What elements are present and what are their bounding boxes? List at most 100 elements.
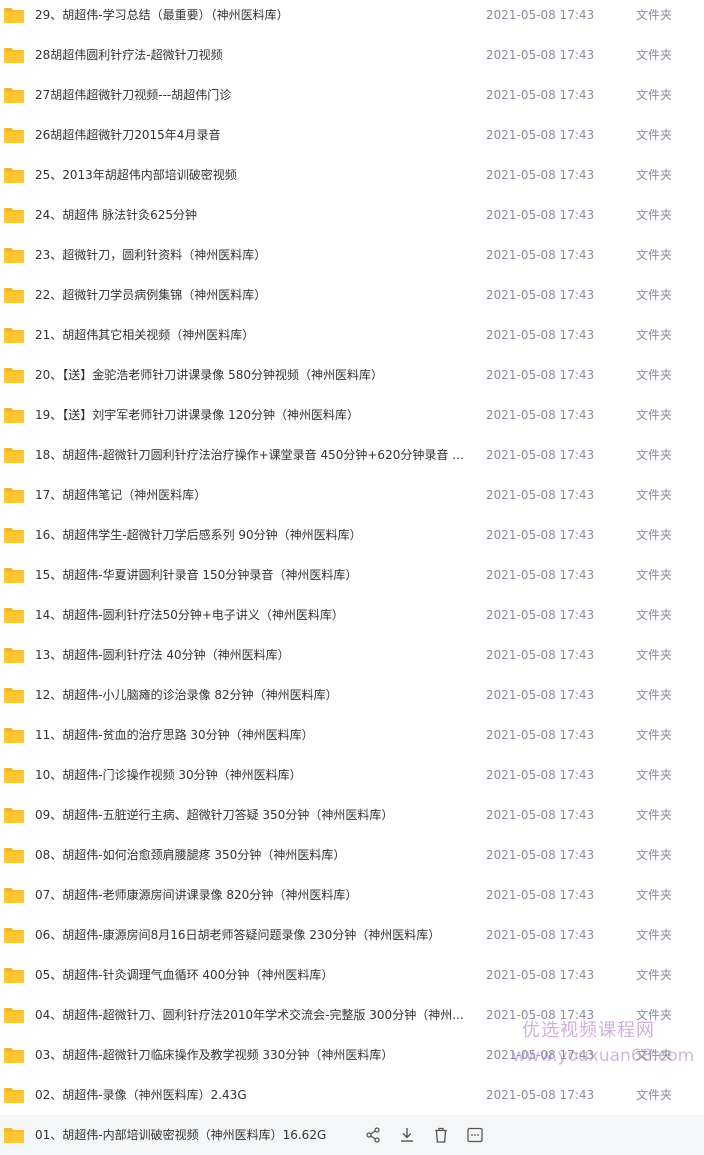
file-name[interactable]: 18、胡超伟-超微针刀圆利针疗法治疗操作+课堂录音 450分钟+620分钟录音 … [35, 435, 470, 475]
file-name[interactable]: 09、胡超伟-五脏逆行主病、超微针刀答疑 350分钟（神州医料库） [35, 795, 470, 835]
folder-icon [4, 568, 24, 583]
file-type: 文件夹 [636, 88, 673, 102]
file-type: 文件夹 [636, 288, 673, 302]
file-date: 2021-05-08 17:43 [486, 648, 595, 662]
file-type: 文件夹 [636, 328, 673, 342]
file-name[interactable]: 04、胡超伟-超微针刀、圆利针疗法2010年学术交流会-完整版 300分钟（神州… [35, 995, 470, 1035]
file-name[interactable]: 13、胡超伟-圆利针疗法 40分钟（神州医料库） [35, 635, 470, 675]
folder-icon [4, 768, 24, 783]
file-row[interactable]: 05、胡超伟-针灸调理气血循环 400分钟（神州医料库） 2021-05-08 … [0, 955, 704, 995]
download-icon[interactable] [398, 1127, 416, 1143]
folder-icon [4, 1048, 24, 1063]
file-name[interactable]: 29、胡超伟-学习总结（最重要）（神州医料库） [35, 0, 470, 35]
file-row[interactable]: 21、胡超伟其它相关视频（神州医料库） 2021-05-08 17:43 文件夹 [0, 315, 704, 355]
file-name[interactable]: 12、胡超伟-小儿脑瘫的诊治录像 82分钟（神州医料库） [35, 675, 470, 715]
file-row[interactable]: 23、超微针刀，圆利针资料（神州医料库） 2021-05-08 17:43 文件… [0, 235, 704, 275]
file-name[interactable]: 22、超微针刀学员病例集锦（神州医料库） [35, 275, 470, 315]
file-row[interactable]: 20、【送】金驼浩老师针刀讲课录像 580分钟视频（神州医料库） 2021-05… [0, 355, 704, 395]
folder-icon [4, 128, 24, 143]
file-name[interactable]: 28胡超伟圆利针疗法-超微针刀视频 [35, 35, 470, 75]
file-row[interactable]: 18、胡超伟-超微针刀圆利针疗法治疗操作+课堂录音 450分钟+620分钟录音 … [0, 435, 704, 475]
file-name[interactable]: 08、胡超伟-如何治愈颈肩腰腿疼 350分钟（神州医料库） [35, 835, 470, 875]
file-date: 2021-05-08 17:43 [486, 528, 595, 542]
file-row[interactable]: 19、【送】刘宇军老师针刀讲课录像 120分钟（神州医料库） 2021-05-0… [0, 395, 704, 435]
file-row[interactable]: 12、胡超伟-小儿脑瘫的诊治录像 82分钟（神州医料库） 2021-05-08 … [0, 675, 704, 715]
file-date: 2021-05-08 17:43 [486, 8, 595, 22]
folder-icon [4, 368, 24, 383]
file-type: 文件夹 [636, 768, 673, 782]
file-type: 文件夹 [636, 408, 673, 422]
file-name[interactable]: 16、胡超伟学生-超微针刀学后感系列 90分钟（神州医料库） [35, 515, 470, 555]
delete-icon[interactable] [432, 1127, 450, 1143]
file-date: 2021-05-08 17:43 [486, 288, 595, 302]
file-row[interactable]: 28胡超伟圆利针疗法-超微针刀视频 2021-05-08 17:43 文件夹 [0, 35, 704, 75]
file-row[interactable]: 24、胡超伟 脉法针灸625分钟 2021-05-08 17:43 文件夹 [0, 195, 704, 235]
file-type: 文件夹 [636, 688, 673, 702]
file-name[interactable]: 11、胡超伟-贫血的治疗思路 30分钟（神州医料库） [35, 715, 470, 755]
file-row[interactable]: 22、超微针刀学员病例集锦（神州医料库） 2021-05-08 17:43 文件… [0, 275, 704, 315]
file-row[interactable]: 29、胡超伟-学习总结（最重要）（神州医料库） 2021-05-08 17:43… [0, 0, 704, 35]
file-date: 2021-05-08 17:43 [486, 88, 595, 102]
file-date: 2021-05-08 17:43 [486, 48, 595, 62]
file-row[interactable]: 13、胡超伟-圆利针疗法 40分钟（神州医料库） 2021-05-08 17:4… [0, 635, 704, 675]
folder-icon [4, 968, 24, 983]
file-row[interactable]: 16、胡超伟学生-超微针刀学后感系列 90分钟（神州医料库） 2021-05-0… [0, 515, 704, 555]
file-row[interactable]: 27胡超伟超微针刀视频---胡超伟门诊 2021-05-08 17:43 文件夹 [0, 75, 704, 115]
file-date: 2021-05-08 17:43 [486, 568, 595, 582]
file-row[interactable]: 03、胡超伟-超微针刀临床操作及教学视频 330分钟（神州医料库） 2021-0… [0, 1035, 704, 1075]
file-date: 2021-05-08 17:43 [486, 808, 595, 822]
folder-icon [4, 728, 24, 743]
file-row[interactable]: 07、胡超伟-老师康源房间讲课录像 820分钟（神州医料库） 2021-05-0… [0, 875, 704, 915]
file-type: 文件夹 [636, 848, 673, 862]
file-row[interactable]: 01、胡超伟-内部培训破密视频（神州医料库）16.62G [0, 1115, 704, 1155]
file-name[interactable]: 10、胡超伟-门诊操作视频 30分钟（神州医料库） [35, 755, 470, 795]
more-icon[interactable] [466, 1127, 484, 1143]
folder-icon [4, 328, 24, 343]
file-name[interactable]: 17、胡超伟笔记（神州医料库） [35, 475, 470, 515]
file-name[interactable]: 05、胡超伟-针灸调理气血循环 400分钟（神州医料库） [35, 955, 470, 995]
file-row[interactable]: 06、胡超伟-康源房间8月16日胡老师答疑问题录像 230分钟（神州医料库） 2… [0, 915, 704, 955]
file-name[interactable]: 21、胡超伟其它相关视频（神州医料库） [35, 315, 470, 355]
file-name[interactable]: 20、【送】金驼浩老师针刀讲课录像 580分钟视频（神州医料库） [35, 355, 470, 395]
file-row[interactable]: 04、胡超伟-超微针刀、圆利针疗法2010年学术交流会-完整版 300分钟（神州… [0, 995, 704, 1035]
file-name[interactable]: 19、【送】刘宇军老师针刀讲课录像 120分钟（神州医料库） [35, 395, 470, 435]
file-name[interactable]: 06、胡超伟-康源房间8月16日胡老师答疑问题录像 230分钟（神州医料库） [35, 915, 470, 955]
folder-icon [4, 88, 24, 103]
file-date: 2021-05-08 17:43 [486, 488, 595, 502]
folder-icon [4, 648, 24, 663]
file-row[interactable]: 25、2013年胡超伟内部培训破密视频 2021-05-08 17:43 文件夹 [0, 155, 704, 195]
file-type: 文件夹 [636, 368, 673, 382]
file-date: 2021-05-08 17:43 [486, 728, 595, 742]
file-row[interactable]: 17、胡超伟笔记（神州医料库） 2021-05-08 17:43 文件夹 [0, 475, 704, 515]
file-name[interactable]: 27胡超伟超微针刀视频---胡超伟门诊 [35, 75, 470, 115]
file-name[interactable]: 23、超微针刀，圆利针资料（神州医料库） [35, 235, 470, 275]
file-name[interactable]: 15、胡超伟-华夏讲圆利针录音 150分钟录音（神州医料库） [35, 555, 470, 595]
folder-icon [4, 928, 24, 943]
folder-icon [4, 1128, 24, 1143]
file-type: 文件夹 [636, 48, 673, 62]
file-name[interactable]: 24、胡超伟 脉法针灸625分钟 [35, 195, 470, 235]
file-type: 文件夹 [636, 1048, 673, 1062]
file-name[interactable]: 25、2013年胡超伟内部培训破密视频 [35, 155, 470, 195]
file-row[interactable]: 02、胡超伟-录像（神州医料库）2.43G 2021-05-08 17:43 文… [0, 1075, 704, 1115]
share-icon[interactable] [364, 1127, 382, 1143]
file-name[interactable]: 14、胡超伟-圆利针疗法50分钟+电子讲义（神州医料库） [35, 595, 470, 635]
file-row[interactable]: 14、胡超伟-圆利针疗法50分钟+电子讲义（神州医料库） 2021-05-08 … [0, 595, 704, 635]
file-date: 2021-05-08 17:43 [486, 888, 595, 902]
file-date: 2021-05-08 17:43 [486, 768, 595, 782]
file-name[interactable]: 26胡超伟超微针刀2015年4月录音 [35, 115, 470, 155]
file-row[interactable]: 15、胡超伟-华夏讲圆利针录音 150分钟录音（神州医料库） 2021-05-0… [0, 555, 704, 595]
file-row[interactable]: 11、胡超伟-贫血的治疗思路 30分钟（神州医料库） 2021-05-08 17… [0, 715, 704, 755]
file-type: 文件夹 [636, 608, 673, 622]
file-row[interactable]: 08、胡超伟-如何治愈颈肩腰腿疼 350分钟（神州医料库） 2021-05-08… [0, 835, 704, 875]
file-type: 文件夹 [636, 928, 673, 942]
file-type: 文件夹 [636, 1008, 673, 1022]
file-name[interactable]: 03、胡超伟-超微针刀临床操作及教学视频 330分钟（神州医料库） [35, 1035, 470, 1075]
file-row[interactable]: 26胡超伟超微针刀2015年4月录音 2021-05-08 17:43 文件夹 [0, 115, 704, 155]
folder-icon [4, 528, 24, 543]
file-type: 文件夹 [636, 1088, 673, 1102]
file-name[interactable]: 07、胡超伟-老师康源房间讲课录像 820分钟（神州医料库） [35, 875, 470, 915]
file-name[interactable]: 02、胡超伟-录像（神州医料库）2.43G [35, 1075, 470, 1115]
file-row[interactable]: 10、胡超伟-门诊操作视频 30分钟（神州医料库） 2021-05-08 17:… [0, 755, 704, 795]
file-row[interactable]: 09、胡超伟-五脏逆行主病、超微针刀答疑 350分钟（神州医料库） 2021-0… [0, 795, 704, 835]
